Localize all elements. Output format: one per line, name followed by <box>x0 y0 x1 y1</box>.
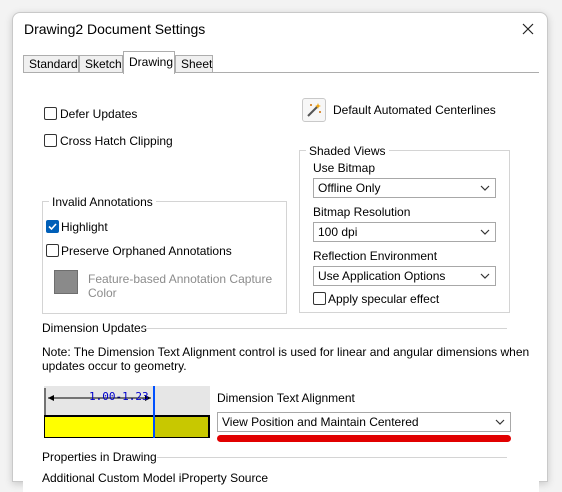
specular-effect-checkbox[interactable] <box>313 292 326 305</box>
dimension-text-alignment-label: Dimension Text Alignment <box>217 391 355 405</box>
dimension-alignment-preview: 1.00-1.23 <box>43 386 210 439</box>
use-bitmap-label: Use Bitmap <box>313 161 376 175</box>
dimension-preview-text: 1.00-1.23 <box>89 390 149 403</box>
specular-effect-label: Apply specular effect <box>328 292 440 306</box>
properties-in-drawing-title: Properties in Drawing <box>42 450 157 464</box>
defer-updates-label: Defer Updates <box>60 107 138 121</box>
tab-sketch[interactable]: Sketch <box>79 55 123 73</box>
preserve-orphaned-checkbox[interactable] <box>46 244 59 257</box>
title-bar: Drawing2 Document Settings <box>13 13 547 45</box>
default-centerlines-label: Default Automated Centerlines <box>333 103 496 117</box>
reflection-environment-label: Reflection Environment <box>313 249 438 263</box>
default-centerlines-button[interactable] <box>302 98 326 122</box>
capture-color-swatch[interactable] <box>54 270 78 294</box>
highlight-label: Highlight <box>61 220 108 234</box>
highlight-checkbox[interactable] <box>46 220 59 233</box>
capture-color-label-line1: Feature-based Annotation Capture <box>88 272 273 286</box>
capture-color-label-line2: Color <box>88 286 117 300</box>
document-settings-dialog: Drawing2 Document Settings Standard Sket… <box>12 12 548 492</box>
cross-hatch-clipping-checkbox[interactable] <box>44 134 57 147</box>
dimension-note-line1: Note: The Dimension Text Alignment contr… <box>42 345 530 359</box>
reflection-environment-select[interactable]: Use Application Options <box>313 266 496 286</box>
defer-updates-checkbox[interactable] <box>44 107 57 120</box>
tab-sheet[interactable]: Sheet <box>175 55 213 73</box>
shaded-views-title: Shaded Views <box>306 144 389 158</box>
drawing-tab-panel: Defer Updates Cross Hatch Clipping Defau… <box>23 72 539 492</box>
chevron-down-icon <box>480 273 490 279</box>
invalid-annotations-title: Invalid Annotations <box>49 195 156 209</box>
chevron-down-icon <box>480 229 490 235</box>
bitmap-resolution-select[interactable]: 100 dpi <box>313 222 496 242</box>
close-icon <box>522 23 534 35</box>
red-highlight-underline <box>217 435 511 442</box>
tab-drawing[interactable]: Drawing <box>123 51 175 74</box>
tab-standard[interactable]: Standard <box>23 55 79 73</box>
checkmark-icon <box>48 223 57 231</box>
dimension-text-alignment-select[interactable]: View Position and Maintain Centered <box>217 412 511 432</box>
dimension-updates-divider <box>141 328 507 329</box>
use-bitmap-select[interactable]: Offline Only <box>313 178 496 198</box>
close-button[interactable] <box>515 17 541 41</box>
chevron-down-icon <box>495 419 505 425</box>
preserve-orphaned-label: Preserve Orphaned Annotations <box>61 244 232 258</box>
cross-hatch-clipping-label: Cross Hatch Clipping <box>60 134 173 148</box>
dimension-note-line2: updates occur to geometry. <box>42 359 187 373</box>
window-title: Drawing2 Document Settings <box>24 21 206 37</box>
chevron-down-icon <box>480 185 490 191</box>
custom-model-iproperty-source-label: Additional Custom Model iProperty Source <box>42 471 269 485</box>
bitmap-resolution-label: Bitmap Resolution <box>313 205 411 219</box>
properties-divider <box>157 457 507 458</box>
magic-wand-icon <box>307 103 321 117</box>
dimension-updates-title: Dimension Updates <box>42 321 147 335</box>
